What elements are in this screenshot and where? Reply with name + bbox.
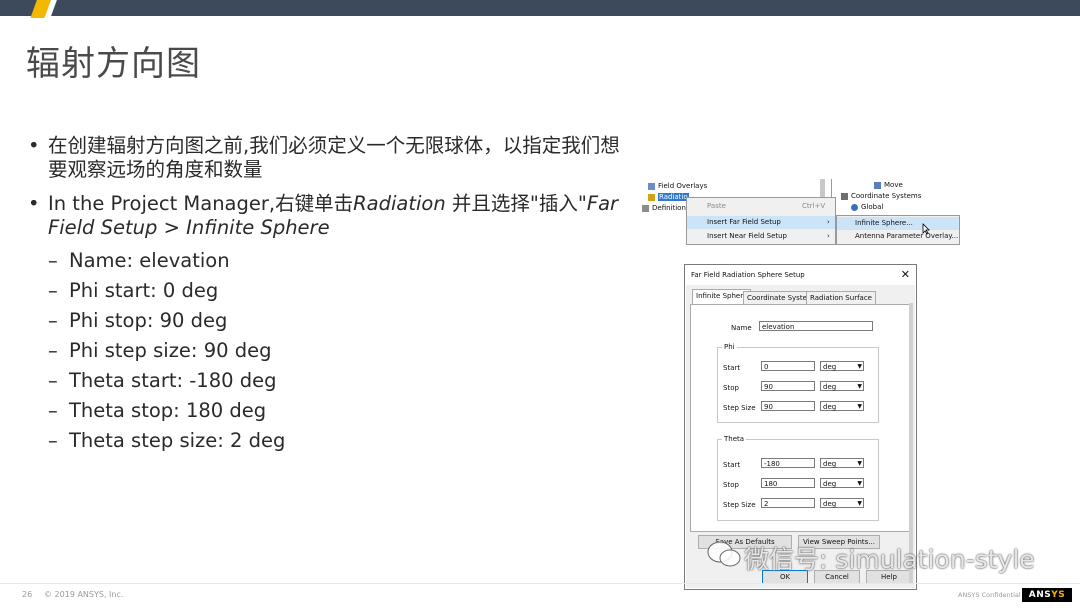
sub-bullet-item: Phi stop: 90 deg bbox=[48, 306, 638, 336]
phi-step-unit-select[interactable]: deg ▼ bbox=[820, 401, 864, 411]
phi-start-field[interactable]: 0 bbox=[761, 361, 815, 371]
tree-item-global[interactable]: Global bbox=[851, 202, 883, 213]
dialog-titlebar: Far Field Radiation Sphere Setup ✕ bbox=[685, 265, 916, 285]
dropdown-arrow-icon: ▼ bbox=[857, 383, 862, 390]
bullet-text-mid: 并且选择"插入" bbox=[445, 192, 587, 215]
scrollbar[interactable] bbox=[820, 179, 825, 197]
bullet-item: In the Project Manager,右键单击Radiation 并且选… bbox=[28, 192, 638, 456]
phi-stop-label: Stop bbox=[723, 384, 739, 392]
phi-stop-field[interactable]: 90 bbox=[761, 381, 815, 391]
dropdown-arrow-icon: ▼ bbox=[857, 480, 862, 487]
tree-item-coordinate-systems[interactable]: Coordinate Systems bbox=[841, 191, 921, 202]
phi-group-title: Phi bbox=[722, 343, 737, 351]
context-menu-screenshot: Field Overlays Radiatio Definitions Move… bbox=[642, 179, 960, 245]
submenu-arrow-icon: › bbox=[827, 218, 830, 226]
sub-bullet-item: Theta start: -180 deg bbox=[48, 366, 638, 396]
sub-bullet-item: Theta step size: 2 deg bbox=[48, 426, 638, 456]
sub-bullet-item: Theta stop: 180 deg bbox=[48, 396, 638, 426]
phi-start-label: Start bbox=[723, 364, 741, 372]
dialog-title: Far Field Radiation Sphere Setup bbox=[691, 271, 805, 279]
tree-item-move[interactable]: Move bbox=[874, 180, 903, 191]
mouse-cursor-icon bbox=[922, 223, 930, 235]
footer-divider bbox=[0, 583, 1080, 584]
coordinate-systems-icon bbox=[841, 192, 848, 200]
dropdown-arrow-icon: ▼ bbox=[857, 460, 862, 467]
confidential-label: ANSYS Confidential bbox=[958, 591, 1021, 599]
theta-start-label: Start bbox=[723, 461, 741, 469]
theta-step-field[interactable]: 2 bbox=[761, 498, 815, 508]
dropdown-arrow-icon: ▼ bbox=[857, 500, 862, 507]
theta-start-unit-select[interactable]: deg ▼ bbox=[820, 458, 864, 468]
phi-start-unit-select[interactable]: deg ▼ bbox=[820, 361, 864, 371]
dropdown-arrow-icon: ▼ bbox=[857, 363, 862, 370]
sub-bullet-item: Name: elevation bbox=[48, 246, 638, 276]
tab-radiation-surface[interactable]: Radiation Surface bbox=[806, 291, 876, 305]
field-overlays-icon bbox=[648, 182, 655, 190]
menu-item-antenna-parameter-overlay[interactable]: Antenna Parameter Overlay... bbox=[837, 230, 959, 243]
bullet-item: 在创建辐射方向图之前,我们必须定义一个无限球体，以指定我们想要观察远场的角度和数… bbox=[28, 134, 638, 182]
ansys-logo: ANSYS bbox=[1022, 588, 1072, 602]
theta-group: Theta Start -180 deg ▼ Stop 180 deg ▼ Step… bbox=[717, 435, 879, 521]
bullet-text: 在创建辐射方向图之前,我们必须定义一个无限球体，以指定我们想要观察远场的角度和数… bbox=[48, 134, 620, 181]
move-icon bbox=[874, 181, 881, 189]
theta-step-label: Step Size bbox=[723, 501, 756, 509]
wechat-icon bbox=[707, 541, 741, 567]
menu-item-insert-near-field[interactable]: Insert Near Field Setup › bbox=[687, 230, 835, 243]
tab-panel: Name elevation Phi Start 0 deg ▼ Stop 90 … bbox=[690, 304, 910, 532]
sub-bullet-list: Name: elevation Phi start: 0 deg Phi sto… bbox=[48, 246, 638, 456]
theta-stop-label: Stop bbox=[723, 481, 739, 489]
bullet-text-prefix: In the Project Manager,右键单击 bbox=[48, 192, 354, 215]
slide-title: 辐射方向图 bbox=[26, 44, 201, 84]
right-tree-pane: Move Coordinate Systems Global bbox=[831, 179, 940, 219]
name-field[interactable]: elevation bbox=[759, 321, 873, 331]
bullet-text-radiation: Radiation bbox=[353, 192, 446, 215]
watermark-text: 微信号: simulation-style bbox=[744, 545, 1035, 574]
theta-group-title: Theta bbox=[722, 435, 747, 443]
tree-item-definitions[interactable]: Definitions bbox=[642, 203, 690, 214]
submenu: Infinite Sphere... Antenna Parameter Ove… bbox=[836, 215, 960, 245]
close-icon[interactable]: ✕ bbox=[901, 268, 910, 281]
submenu-arrow-icon: › bbox=[827, 232, 830, 240]
phi-step-label: Step Size bbox=[723, 404, 756, 412]
phi-step-field[interactable]: 90 bbox=[761, 401, 815, 411]
tree-item-radiation[interactable]: Radiatio bbox=[648, 192, 689, 203]
theta-stop-field[interactable]: 180 bbox=[761, 478, 815, 488]
phi-group: Phi Start 0 deg ▼ Stop 90 deg ▼ Step Size … bbox=[717, 343, 879, 423]
tree-item-field-overlays[interactable]: Field Overlays bbox=[648, 181, 707, 192]
menu-item-infinite-sphere[interactable]: Infinite Sphere... bbox=[837, 217, 959, 230]
copyright-text: © 2019 ANSYS, Inc. bbox=[44, 590, 124, 599]
bullet-list: 在创建辐射方向图之前,我们必须定义一个无限球体，以指定我们想要观察远场的角度和数… bbox=[28, 134, 638, 466]
radiation-icon bbox=[648, 193, 655, 201]
name-label: Name bbox=[731, 324, 752, 332]
sub-bullet-item: Phi step size: 90 deg bbox=[48, 336, 638, 366]
global-icon bbox=[851, 203, 858, 211]
page-number: 26 bbox=[22, 590, 33, 599]
menu-item-paste[interactable]: Paste Ctrl+V bbox=[687, 200, 835, 213]
definitions-icon bbox=[642, 204, 649, 212]
sub-bullet-item: Phi start: 0 deg bbox=[48, 276, 638, 306]
theta-start-field[interactable]: -180 bbox=[761, 458, 815, 468]
top-banner bbox=[0, 0, 1080, 16]
theta-step-unit-select[interactable]: deg ▼ bbox=[820, 498, 864, 508]
dropdown-arrow-icon: ▼ bbox=[857, 403, 862, 410]
phi-stop-unit-select[interactable]: deg ▼ bbox=[820, 381, 864, 391]
menu-item-insert-far-field[interactable]: Insert Far Field Setup › bbox=[687, 216, 835, 229]
context-menu: Paste Ctrl+V Insert Far Field Setup › Inse… bbox=[686, 197, 836, 245]
theta-stop-unit-select[interactable]: deg ▼ bbox=[820, 478, 864, 488]
